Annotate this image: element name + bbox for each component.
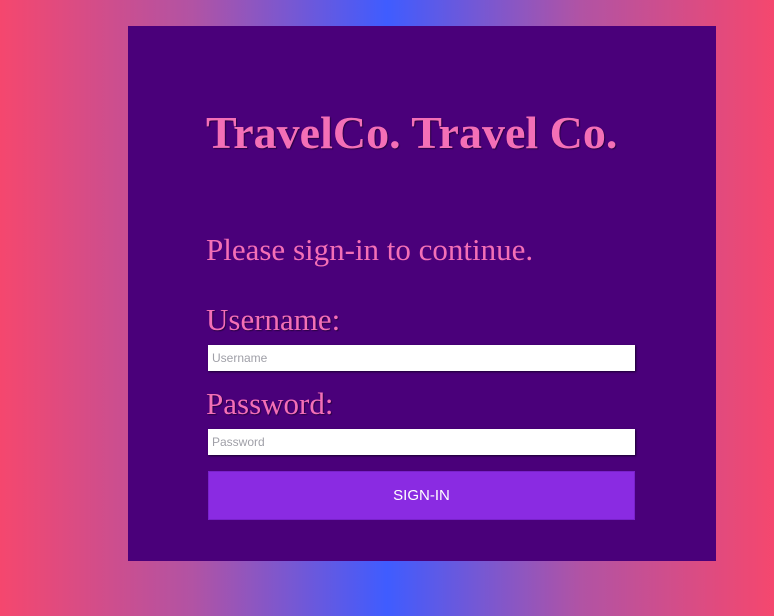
page-title: TravelCo. Travel Co. <box>206 107 618 158</box>
sign-in-prompt: Please sign-in to continue. <box>206 232 534 267</box>
password-input[interactable] <box>208 429 635 455</box>
login-card: TravelCo. Travel Co. Please sign-in to c… <box>128 26 716 561</box>
username-input[interactable] <box>208 345 635 371</box>
sign-in-button[interactable]: SIGN-IN <box>208 471 635 520</box>
password-label: Password: <box>206 386 334 421</box>
username-label: Username: <box>206 302 341 337</box>
